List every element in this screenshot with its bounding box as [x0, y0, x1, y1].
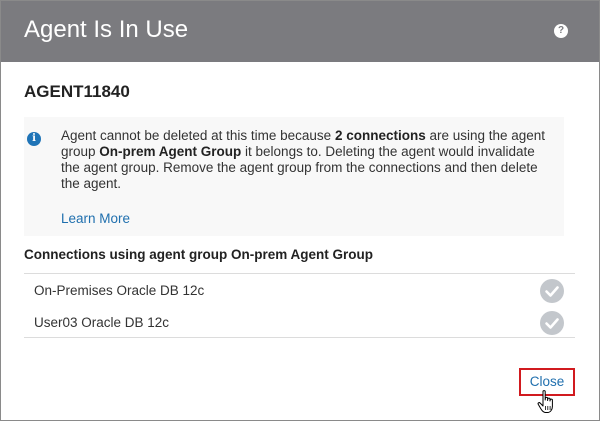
help-icon[interactable]: ? [554, 24, 568, 38]
check-circle-icon [540, 279, 564, 303]
info-icon: i [27, 132, 41, 146]
info-message-box: i Agent cannot be deleted at this time b… [24, 117, 564, 236]
info-text-connections-count: 2 connections [334, 128, 426, 143]
connection-name: On-Premises Oracle DB 12c [34, 283, 205, 298]
info-text-agent-group: On-prem Agent Group [99, 144, 242, 159]
list-item: On-Premises Oracle DB 12c [24, 276, 575, 306]
connections-heading: Connections using agent group On-prem Ag… [24, 247, 373, 262]
dialog-title: Agent Is In Use [24, 16, 189, 43]
learn-more-link[interactable]: Learn More [61, 211, 130, 227]
connection-name: User03 Oracle DB 12c [34, 315, 170, 330]
info-message-text: Agent cannot be deleted at this time bec… [61, 128, 556, 192]
connections-list: On-Premises Oracle DB 12c User03 Oracle … [24, 273, 575, 338]
agent-in-use-dialog: Agent Is In Use ? AGENT11840 i Agent can… [0, 0, 600, 421]
info-text-part1: Agent cannot be deleted at this time bec… [61, 128, 335, 143]
agent-name: AGENT11840 [24, 82, 130, 101]
dialog-header: Agent Is In Use ? [1, 1, 599, 62]
list-item: User03 Oracle DB 12c [24, 308, 575, 338]
check-circle-icon [540, 311, 564, 335]
hand-cursor-icon [537, 389, 559, 415]
